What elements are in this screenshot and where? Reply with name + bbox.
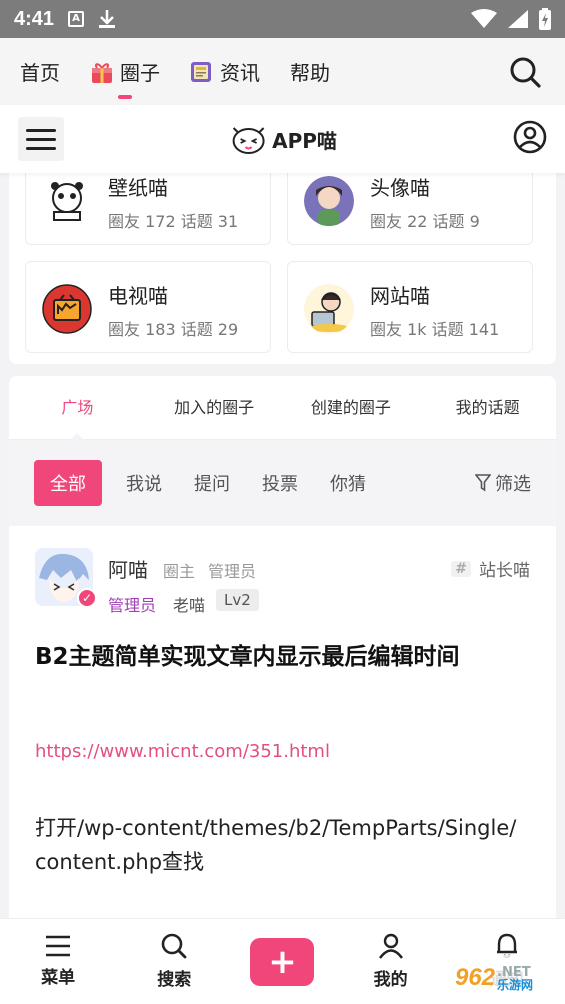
- filter-label: 筛选: [495, 474, 531, 495]
- nav-news-label: 资讯: [220, 61, 260, 85]
- add-post-button[interactable]: +: [250, 937, 315, 986]
- bottom-search-button[interactable]: 搜索: [134, 933, 214, 990]
- circle-stats: 圈友 22 话题 9: [370, 212, 480, 231]
- watermark-site: 乐游网: [497, 977, 534, 992]
- role-admin: 管理员: [208, 562, 257, 581]
- circle-avatar: [42, 176, 92, 226]
- post-link[interactable]: https://www.micnt.com/351.html: [35, 741, 330, 762]
- header-bar: APP喵: [0, 105, 565, 173]
- circle-stats: 圈友 183 话题 29: [108, 320, 239, 339]
- avatar[interactable]: ✓: [35, 548, 97, 608]
- font-notification-icon: A: [68, 11, 85, 27]
- wifi-icon: [471, 9, 497, 28]
- circle-stats: 圈友 172 话题 31: [108, 212, 239, 231]
- role-owner: 圈主: [163, 562, 196, 581]
- circle-name: 电视喵: [108, 284, 168, 308]
- user-icon: [513, 120, 547, 154]
- circle-name: 壁纸喵: [108, 176, 168, 200]
- download-icon: [99, 10, 116, 28]
- tab-created-circles[interactable]: 创建的圈子: [283, 376, 420, 440]
- filter-button[interactable]: 筛选: [475, 470, 531, 496]
- filter-ask[interactable]: 提问: [194, 470, 230, 496]
- filter-vote[interactable]: 投票: [262, 470, 298, 496]
- circle-card[interactable]: 头像喵 圈友 22 话题 9: [287, 173, 533, 245]
- bottom-mine-label: 我的: [373, 970, 408, 990]
- menu-icon: [46, 935, 71, 957]
- title-badge: 老喵: [173, 596, 206, 615]
- bottom-menu-label: 菜单: [41, 968, 76, 988]
- search-icon: [161, 933, 187, 959]
- filter-bar: 全部 我说 提问 投票 你猜 筛选: [9, 440, 556, 526]
- girl-avatar-icon: [304, 176, 354, 226]
- hash-icon: #: [451, 560, 471, 577]
- tab-joined-circles[interactable]: 加入的圈子: [146, 376, 283, 440]
- nav-circles[interactable]: 圈子: [90, 38, 160, 105]
- circle-avatar: [304, 284, 354, 334]
- tab-my-topics[interactable]: 我的话题: [419, 376, 556, 440]
- feed-card: 广场 加入的圈子 创建的圈子 我的话题 全部 我说 提问 投票 你猜 筛选 ✓ …: [9, 376, 556, 918]
- nav-home[interactable]: 首页: [20, 38, 60, 105]
- status-time: 4:41: [14, 7, 55, 30]
- gift-icon: [92, 62, 112, 83]
- verified-badge-icon: ✓: [77, 588, 97, 608]
- admin-badge: 管理员: [108, 596, 157, 615]
- post-body: 打开/wp-content/themes/b2/TempParts/Single…: [35, 816, 517, 874]
- topic-label: 站长喵: [479, 561, 530, 581]
- laptop-avatar-icon: [304, 284, 354, 334]
- funnel-icon: [475, 474, 491, 492]
- circle-avatar: [42, 284, 92, 334]
- site-watermark: 962 .NET 乐游网: [428, 955, 560, 1001]
- nav-home-label: 首页: [20, 61, 60, 85]
- level-badge: Lv2: [216, 589, 259, 611]
- bottom-search-label: 搜索: [157, 970, 192, 990]
- nav-news[interactable]: 资讯: [190, 38, 260, 105]
- person-icon: [378, 933, 403, 959]
- circle-card[interactable]: 壁纸喵 圈友 172 话题 31: [25, 173, 271, 245]
- circle-stats: 圈友 1k 话题 141: [370, 320, 500, 339]
- author-name[interactable]: 阿喵: [108, 554, 148, 583]
- search-button[interactable]: [505, 52, 545, 92]
- status-bar: 4:41 A: [0, 0, 565, 38]
- site-logo[interactable]: APP喵: [228, 122, 337, 156]
- watermark-logo: 962: [454, 964, 496, 991]
- panda-avatar-icon: [42, 176, 92, 226]
- post-title[interactable]: B2主题简单实现文章内显示最后编辑时间: [35, 638, 515, 676]
- nav-help[interactable]: 帮助: [290, 38, 330, 105]
- circle-card[interactable]: 网站喵 圈友 1k 话题 141: [287, 261, 533, 353]
- nav-circles-label: 圈子: [120, 61, 160, 85]
- signal-icon: [508, 10, 528, 28]
- logo-text: APP喵: [272, 128, 337, 153]
- tv-icon: [42, 284, 92, 334]
- tab-plaza[interactable]: 广场: [9, 376, 146, 440]
- circle-avatar: [304, 176, 354, 226]
- circle-name: 头像喵: [370, 176, 430, 200]
- filter-all[interactable]: 全部: [34, 460, 102, 506]
- filter-guess[interactable]: 你猜: [330, 470, 366, 496]
- nav-help-label: 帮助: [290, 61, 330, 85]
- cat-logo-icon: [232, 127, 265, 154]
- circles-grid: 壁纸喵 圈友 172 话题 31 头像喵 圈友 22 话题 9 电视喵 圈友 1…: [9, 173, 556, 364]
- search-icon: [510, 57, 541, 88]
- menu-button[interactable]: [18, 117, 64, 161]
- battery-icon: [539, 8, 551, 30]
- newspaper-icon: [191, 61, 211, 82]
- bottom-mine-button[interactable]: 我的: [351, 933, 431, 990]
- circle-name: 网站喵: [370, 284, 430, 308]
- user-button[interactable]: [513, 120, 547, 158]
- watermark-net: .NET: [497, 964, 531, 980]
- filter-say[interactable]: 我说: [126, 470, 162, 496]
- top-nav: 首页 圈子 资讯 帮助: [0, 38, 565, 105]
- circle-card[interactable]: 电视喵 圈友 183 话题 29: [25, 261, 271, 353]
- bottom-menu-button[interactable]: 菜单: [18, 935, 98, 988]
- topic-tag[interactable]: # 站长喵: [451, 556, 530, 581]
- feed-tabs: 广场 加入的圈子 创建的圈子 我的话题: [9, 376, 556, 440]
- main-content: 壁纸喵 圈友 172 话题 31 头像喵 圈友 22 话题 9 电视喵 圈友 1…: [0, 173, 565, 918]
